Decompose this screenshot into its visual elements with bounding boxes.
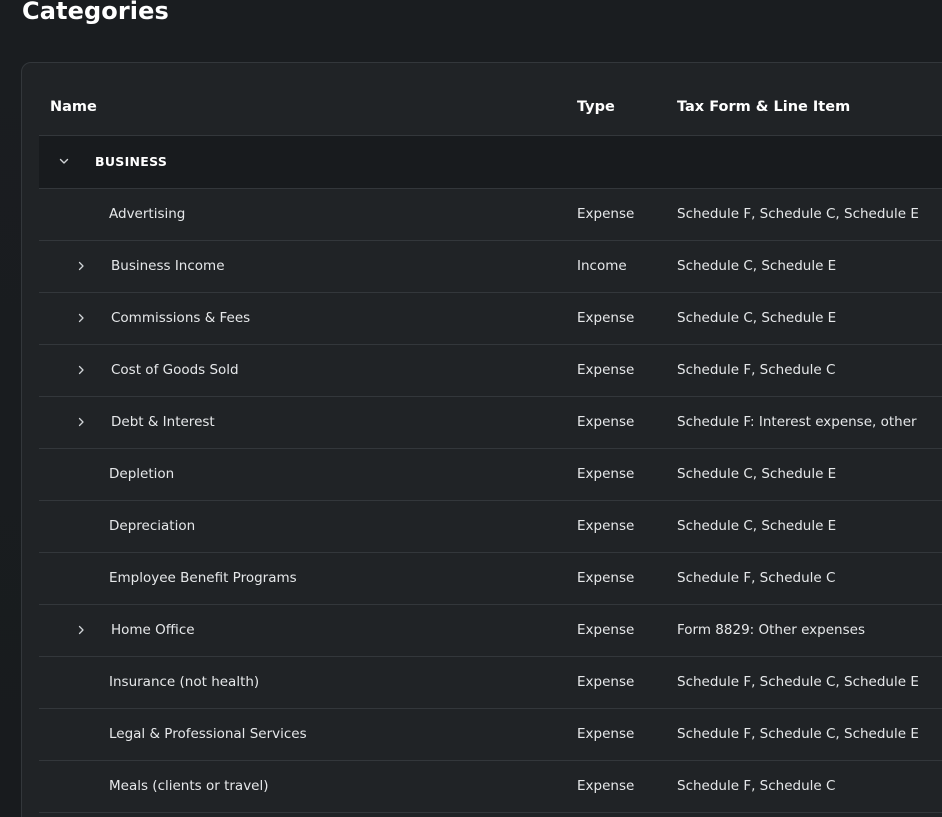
category-name: Cost of Goods Sold (111, 362, 239, 378)
category-type: Expense (577, 622, 635, 638)
category-type: Expense (577, 674, 635, 690)
category-name: Home Office (111, 622, 195, 638)
table-row[interactable]: Legal & Professional Services Expense Sche… (39, 709, 942, 761)
tax-form-line-item: Form 8829: Other expenses (677, 622, 865, 638)
table-header: Name Type Tax Form & Line Item (39, 63, 942, 136)
category-type: Expense (577, 466, 635, 482)
categories-page: Categories Name Type Tax Form & Line Ite… (0, 0, 942, 817)
tax-form-line-item: Schedule F, Schedule C, Schedule E (677, 674, 919, 690)
category-type: Expense (577, 206, 635, 222)
tax-form-line-item: Schedule C, Schedule E (677, 310, 837, 326)
table-row[interactable]: Cost of Goods Sold Expense Schedule F, Sch… (39, 345, 942, 397)
table-row[interactable]: Commissions & Fees Expense Schedule C, Sch… (39, 293, 942, 345)
table-row[interactable]: Business Income Income Schedule C, Schedul… (39, 241, 942, 293)
group-row-business[interactable]: BUSINESS (39, 136, 942, 189)
tax-form-line-item: Schedule F: Interest expense, other (677, 414, 917, 430)
category-type: Expense (577, 414, 635, 430)
category-name: Employee Benefit Programs (109, 570, 297, 586)
category-name: Debt & Interest (111, 414, 215, 430)
chevron-right-icon[interactable] (75, 364, 87, 376)
tax-form-line-item: Schedule C, Schedule E (677, 518, 837, 534)
category-name: Commissions & Fees (111, 310, 251, 326)
category-type: Expense (577, 362, 635, 378)
table-row[interactable]: Advertising Expense Schedule F, Schedule C… (39, 189, 942, 241)
page-title: Categories (22, 0, 169, 25)
table-row[interactable]: Debt & Interest Expense Schedule F: Intere… (39, 397, 942, 449)
tax-form-line-item: Schedule C, Schedule E (677, 466, 837, 482)
table-row[interactable]: Employee Benefit Programs Expense Schedule… (39, 553, 942, 605)
category-name: Insurance (not health) (109, 674, 260, 690)
category-name: Depreciation (109, 518, 196, 534)
categories-table: Name Type Tax Form & Line Item BUSINESS … (21, 62, 942, 817)
table-row[interactable]: Depletion Expense Schedule C, Schedule E (39, 449, 942, 501)
category-type: Expense (577, 518, 635, 534)
column-header-type[interactable]: Type (577, 63, 615, 135)
chevron-right-icon[interactable] (75, 312, 87, 324)
category-name: Meals (clients or travel) (109, 778, 269, 794)
category-type: Expense (577, 726, 635, 742)
category-name: Business Income (111, 258, 225, 274)
table-body: Advertising Expense Schedule F, Schedule C… (39, 189, 942, 813)
category-type: Expense (577, 570, 635, 586)
tax-form-line-item: Schedule F, Schedule C (677, 570, 836, 586)
chevron-right-icon[interactable] (75, 260, 87, 272)
table-row[interactable]: Insurance (not health) Expense Schedule F,… (39, 657, 942, 709)
group-label: BUSINESS (95, 154, 168, 169)
category-name: Depletion (109, 466, 175, 482)
category-name: Legal & Professional Services (109, 726, 307, 742)
chevron-right-icon[interactable] (75, 624, 87, 636)
tax-form-line-item: Schedule F, Schedule C, Schedule E (677, 206, 919, 222)
tax-form-line-item: Schedule F, Schedule C, Schedule E (677, 726, 919, 742)
column-header-tax-form[interactable]: Tax Form & Line Item (677, 63, 850, 135)
tax-form-line-item: Schedule F, Schedule C (677, 362, 836, 378)
category-type: Expense (577, 310, 635, 326)
column-header-name[interactable]: Name (50, 63, 97, 135)
category-type: Expense (577, 778, 635, 794)
tax-form-line-item: Schedule F, Schedule C (677, 778, 836, 794)
tax-form-line-item: Schedule C, Schedule E (677, 258, 837, 274)
table-row[interactable]: Depreciation Expense Schedule C, Schedule … (39, 501, 942, 553)
table-row[interactable]: Meals (clients or travel) Expense Schedule… (39, 761, 942, 813)
table-row[interactable]: Home Office Expense Form 8829: Other expen… (39, 605, 942, 657)
chevron-right-icon[interactable] (75, 416, 87, 428)
category-type: Income (577, 258, 627, 274)
chevron-down-icon[interactable] (57, 154, 71, 168)
category-name: Advertising (109, 206, 186, 222)
